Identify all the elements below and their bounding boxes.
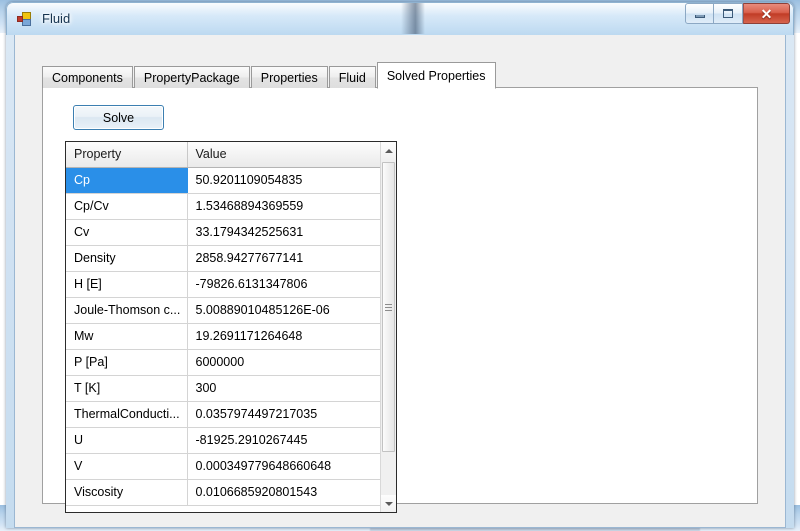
table-row[interactable]: Joule-Thomson c...5.00889010485126E-06 (66, 297, 380, 323)
scroll-down-button[interactable] (381, 495, 396, 512)
tab-panel-solved-properties: Solve (42, 87, 758, 504)
properties-table: Property Value Cp50.9201109054835Cp/Cv1.… (66, 142, 380, 506)
cell-property[interactable]: T [K] (66, 375, 187, 401)
chevron-up-icon (385, 149, 393, 153)
cell-property[interactable]: ThermalConducti... (66, 401, 187, 427)
window-controls: ✕ (685, 3, 790, 24)
maximize-button[interactable] (714, 3, 743, 24)
solved-properties-grid[interactable]: Property Value Cp50.9201109054835Cp/Cv1.… (65, 141, 397, 513)
cell-property[interactable]: Cp (66, 167, 187, 193)
cell-value[interactable]: 33.1794342525631 (187, 219, 380, 245)
table-row[interactable]: P [Pa]6000000 (66, 349, 380, 375)
window-client-area: Components PropertyPackage Properties Fl… (14, 35, 786, 528)
tab-control: Components PropertyPackage Properties Fl… (42, 64, 758, 504)
table-header-row: Property Value (66, 142, 380, 167)
cell-property[interactable]: P [Pa] (66, 349, 187, 375)
application-window: Fluid ✕ Components (6, 2, 794, 528)
table-row[interactable]: Cp/Cv1.53468894369559 (66, 193, 380, 219)
column-header-value[interactable]: Value (187, 142, 380, 167)
cell-value[interactable]: 6000000 (187, 349, 380, 375)
cell-property[interactable]: U (66, 427, 187, 453)
cell-value[interactable]: 50.9201109054835 (187, 167, 380, 193)
tab-solved-properties[interactable]: Solved Properties (377, 62, 496, 89)
solve-button[interactable]: Solve (73, 105, 164, 130)
table-row[interactable]: U-81925.2910267445 (66, 427, 380, 453)
cell-value[interactable]: 300 (187, 375, 380, 401)
cell-value[interactable]: -79826.6131347806 (187, 271, 380, 297)
app-icon-red-square (17, 16, 23, 22)
table-row[interactable]: ThermalConducti...0.0357974497217035 (66, 401, 380, 427)
cell-property[interactable]: Cp/Cv (66, 193, 187, 219)
cell-value[interactable]: 0.0106685920801543 (187, 479, 380, 505)
cell-property[interactable]: Cv (66, 219, 187, 245)
table-row[interactable]: Viscosity0.0106685920801543 (66, 479, 380, 505)
scrollbar-grip-icon (385, 304, 392, 311)
table-row[interactable]: Cp50.9201109054835 (66, 167, 380, 193)
tab-label: Fluid (339, 71, 366, 85)
app-icon[interactable] (17, 11, 33, 27)
tab-strip: Components PropertyPackage Properties Fl… (42, 64, 497, 88)
solve-button-label: Solve (103, 111, 134, 125)
cell-property[interactable]: Mw (66, 323, 187, 349)
table-row[interactable]: Cv33.1794342525631 (66, 219, 380, 245)
tab-label: PropertyPackage (144, 71, 240, 85)
table-row[interactable]: Density2858.94277677141 (66, 245, 380, 271)
table-body: Cp50.9201109054835Cp/Cv1.53468894369559C… (66, 167, 380, 505)
cell-property[interactable]: Density (66, 245, 187, 271)
grid-vertical-scrollbar[interactable] (380, 142, 396, 512)
tab-label: Components (52, 71, 123, 85)
form-surface: Components PropertyPackage Properties Fl… (26, 47, 774, 517)
column-header-property[interactable]: Property (66, 142, 187, 167)
app-icon-blue-square (22, 19, 31, 26)
tab-fluid[interactable]: Fluid (329, 66, 376, 88)
cell-value[interactable]: 0.0357974497217035 (187, 401, 380, 427)
close-button[interactable]: ✕ (743, 3, 790, 24)
table-row[interactable]: H [E]-79826.6131347806 (66, 271, 380, 297)
cell-value[interactable]: -81925.2910267445 (187, 427, 380, 453)
tab-properties[interactable]: Properties (251, 66, 328, 88)
cell-value[interactable]: 0.000349779648660648 (187, 453, 380, 479)
window-title: Fluid (42, 11, 70, 26)
chevron-down-icon (385, 502, 393, 506)
cell-value[interactable]: 2858.94277677141 (187, 245, 380, 271)
scroll-up-button[interactable] (381, 142, 396, 159)
table-row[interactable]: V0.000349779648660648 (66, 453, 380, 479)
minimize-icon (695, 15, 705, 18)
cell-property[interactable]: Viscosity (66, 479, 187, 505)
cell-property[interactable]: Joule-Thomson c... (66, 297, 187, 323)
grid-scroll-viewport: Property Value Cp50.9201109054835Cp/Cv1.… (66, 142, 380, 512)
maximize-icon (723, 9, 733, 18)
tab-label: Properties (261, 71, 318, 85)
cell-property[interactable]: H [E] (66, 271, 187, 297)
tab-label: Solved Properties (387, 69, 486, 83)
table-row[interactable]: T [K]300 (66, 375, 380, 401)
cell-value[interactable]: 19.2691171264648 (187, 323, 380, 349)
close-icon: ✕ (761, 7, 773, 21)
table-row[interactable]: Mw19.2691171264648 (66, 323, 380, 349)
cell-value[interactable]: 5.00889010485126E-06 (187, 297, 380, 323)
scrollbar-thumb[interactable] (382, 162, 395, 452)
desktop-background: Fluid ✕ Components (0, 0, 800, 531)
tab-components[interactable]: Components (42, 66, 133, 88)
minimize-button[interactable] (685, 3, 714, 24)
cell-property[interactable]: V (66, 453, 187, 479)
tab-propertypackage[interactable]: PropertyPackage (134, 66, 250, 88)
cell-value[interactable]: 1.53468894369559 (187, 193, 380, 219)
title-bar[interactable]: Fluid ✕ (6, 2, 794, 35)
